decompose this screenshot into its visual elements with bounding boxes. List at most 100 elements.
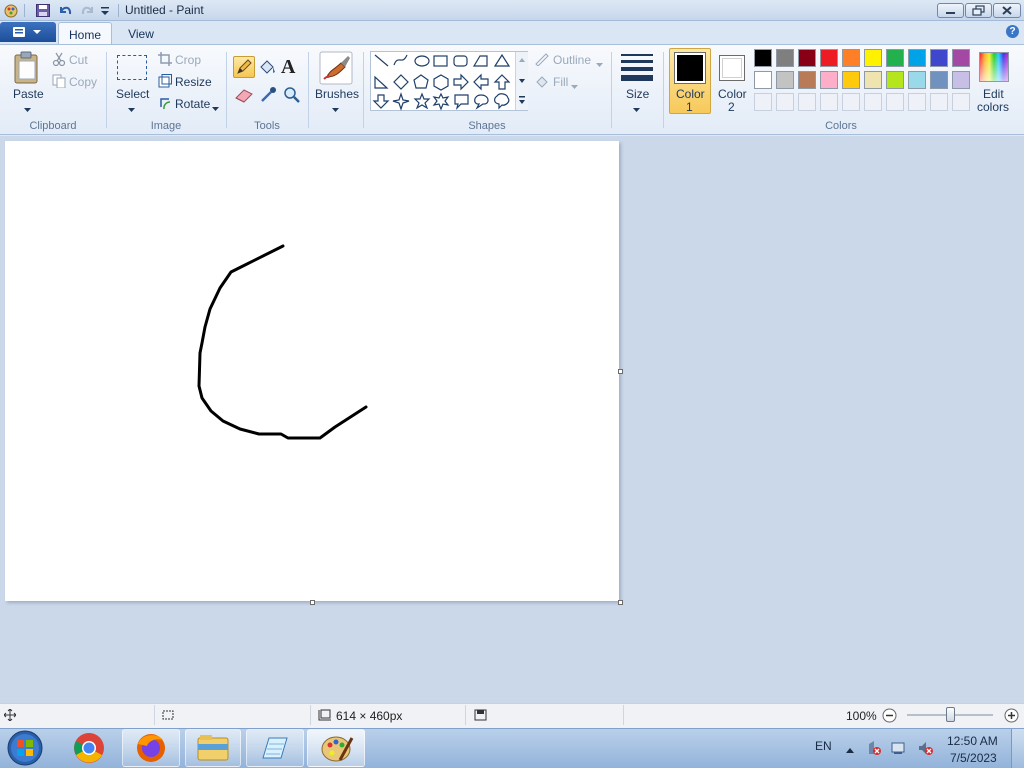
custom-color-slot[interactable] xyxy=(776,93,794,111)
undo-icon[interactable] xyxy=(57,3,73,18)
select-icon[interactable] xyxy=(117,55,147,80)
paste-icon[interactable] xyxy=(13,51,41,88)
action-center-icon[interactable] xyxy=(866,740,882,759)
custom-color-slot[interactable] xyxy=(908,93,926,111)
pencil-tool-icon[interactable] xyxy=(233,56,255,78)
custom-color-slot[interactable] xyxy=(886,93,904,111)
zoom-out-button[interactable] xyxy=(882,708,897,726)
eraser-tool-icon[interactable] xyxy=(234,86,254,107)
cut-icon xyxy=(52,52,66,69)
magnifier-tool-icon[interactable] xyxy=(282,86,302,107)
text-tool-icon[interactable]: A xyxy=(281,56,295,79)
custom-color-slot[interactable] xyxy=(952,93,970,111)
cut-button[interactable]: Cut xyxy=(69,53,88,67)
palette-swatch[interactable] xyxy=(754,49,772,67)
shapes-gallery[interactable] xyxy=(370,51,528,111)
color-picker-tool-icon[interactable] xyxy=(258,86,278,107)
show-desktop-button[interactable] xyxy=(1011,729,1024,768)
brushes-icon[interactable] xyxy=(319,51,353,88)
custom-color-slot[interactable] xyxy=(798,93,816,111)
custom-color-slot[interactable] xyxy=(820,93,838,111)
palette-swatch[interactable] xyxy=(864,49,882,67)
rotate-button[interactable]: Rotate xyxy=(175,97,210,111)
copy-button[interactable]: Copy xyxy=(69,75,97,89)
custom-color-slot[interactable] xyxy=(754,93,772,111)
tab-home[interactable]: Home xyxy=(58,22,112,45)
palette-swatch[interactable] xyxy=(798,49,816,67)
paint-app-icon[interactable] xyxy=(3,3,19,18)
chrome-icon[interactable] xyxy=(72,731,106,768)
select-button[interactable]: Select xyxy=(116,87,149,101)
fill-button[interactable]: Fill xyxy=(553,75,568,89)
palette-swatch[interactable] xyxy=(754,71,772,89)
crop-button[interactable]: Crop xyxy=(175,53,201,67)
paste-dropdown-icon[interactable] xyxy=(24,102,31,116)
zoom-in-button[interactable] xyxy=(1004,708,1019,726)
customize-qat-icon[interactable] xyxy=(99,5,115,20)
save-icon[interactable] xyxy=(35,3,51,18)
palette-swatch[interactable] xyxy=(952,71,970,89)
resize-button[interactable]: Resize xyxy=(175,75,212,89)
palette-swatch[interactable] xyxy=(776,71,794,89)
color2-swatch[interactable] xyxy=(719,55,745,81)
paint-taskbar-button[interactable] xyxy=(307,729,365,767)
fill-bucket-tool-icon[interactable] xyxy=(257,57,277,80)
brushes-dropdown-icon[interactable] xyxy=(332,102,339,116)
minimize-button[interactable] xyxy=(937,3,964,18)
firefox-taskbar-button[interactable] xyxy=(122,729,180,767)
fill-dropdown-icon[interactable] xyxy=(571,79,578,93)
show-hidden-icons-button[interactable] xyxy=(845,743,855,757)
help-icon[interactable]: ? xyxy=(1006,25,1019,38)
paste-button[interactable]: Paste xyxy=(13,87,44,101)
palette-swatch[interactable] xyxy=(908,71,926,89)
resize-handle-bottom[interactable] xyxy=(310,600,315,605)
custom-color-slot[interactable] xyxy=(842,93,860,111)
palette-swatch[interactable] xyxy=(864,71,882,89)
outline-icon xyxy=(534,52,550,69)
brushes-button[interactable]: Brushes xyxy=(315,87,359,101)
notepad-taskbar-button[interactable] xyxy=(246,729,304,767)
palette-swatch[interactable] xyxy=(820,71,838,89)
volume-icon[interactable] xyxy=(917,740,933,759)
edit-colors-button[interactable]: colors xyxy=(977,100,1009,114)
palette-swatch[interactable] xyxy=(908,49,926,67)
size-button[interactable]: Size xyxy=(626,87,649,101)
select-dropdown-icon[interactable] xyxy=(128,102,135,116)
clock-date[interactable]: 7/5/2023 xyxy=(950,751,997,765)
outline-dropdown-icon[interactable] xyxy=(596,57,603,71)
restore-button[interactable] xyxy=(965,3,992,18)
custom-color-slot[interactable] xyxy=(864,93,882,111)
network-icon[interactable] xyxy=(891,740,907,759)
resize-handle-right[interactable] xyxy=(618,369,623,374)
close-button[interactable] xyxy=(993,3,1021,18)
tab-view[interactable]: View xyxy=(118,22,164,44)
palette-swatch[interactable] xyxy=(776,49,794,67)
redo-icon[interactable] xyxy=(80,3,96,18)
edit-colors-icon[interactable] xyxy=(979,52,1009,82)
clock-time[interactable]: 12:50 AM xyxy=(947,734,998,748)
start-button[interactable] xyxy=(5,729,45,768)
file-menu-button[interactable] xyxy=(0,22,56,42)
palette-swatch[interactable] xyxy=(820,49,838,67)
color1-swatch[interactable] xyxy=(674,52,706,84)
palette-swatch[interactable] xyxy=(952,49,970,67)
custom-color-slot[interactable] xyxy=(930,93,948,111)
size-dropdown-icon[interactable] xyxy=(633,102,640,116)
input-language[interactable]: EN xyxy=(815,739,832,753)
zoom-slider-thumb[interactable] xyxy=(946,707,955,722)
rotate-dropdown-icon[interactable] xyxy=(212,101,219,115)
palette-swatch[interactable] xyxy=(886,49,904,67)
palette-swatch[interactable] xyxy=(930,71,948,89)
palette-swatch[interactable] xyxy=(842,71,860,89)
palette-swatch[interactable] xyxy=(842,49,860,67)
palette-swatch[interactable] xyxy=(886,71,904,89)
outline-button[interactable]: Outline xyxy=(553,53,591,67)
group-separator xyxy=(663,52,664,128)
file-explorer-taskbar-button[interactable] xyxy=(185,729,241,767)
palette-swatch[interactable] xyxy=(798,71,816,89)
resize-handle-corner[interactable] xyxy=(618,600,623,605)
drawing-canvas[interactable] xyxy=(5,141,619,601)
size-icon[interactable] xyxy=(620,52,654,85)
shapes-scroll[interactable] xyxy=(515,52,528,110)
palette-swatch[interactable] xyxy=(930,49,948,67)
